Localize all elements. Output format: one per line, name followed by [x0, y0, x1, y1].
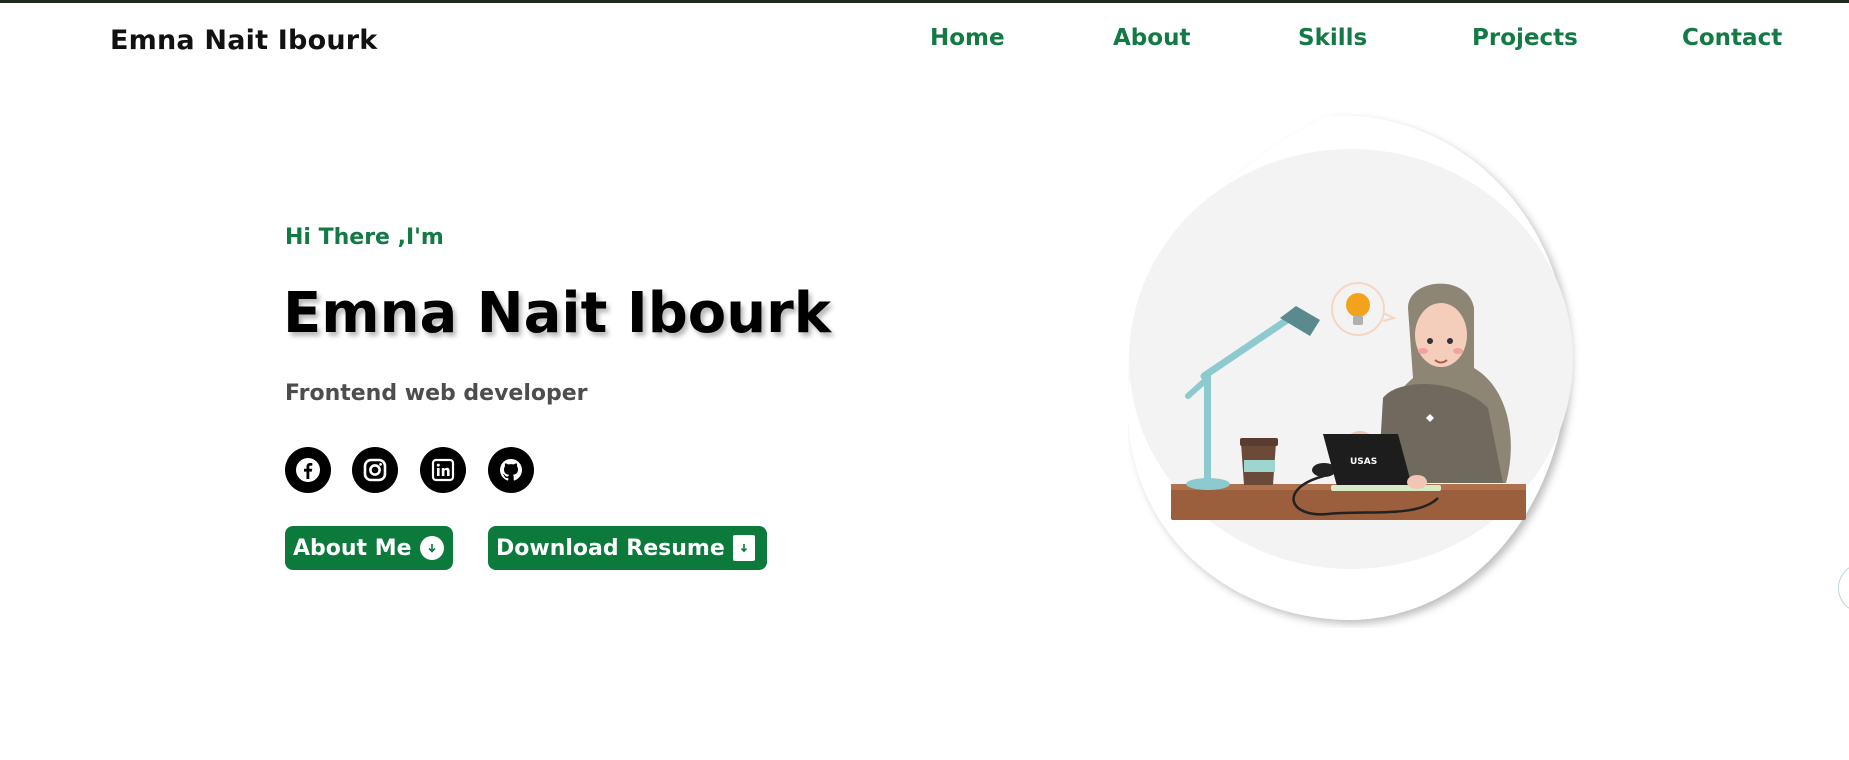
about-me-label: About Me: [293, 535, 412, 561]
download-resume-button[interactable]: Download Resume: [488, 526, 767, 570]
hero-name: Emna Nait Ibourk: [283, 281, 831, 346]
download-resume-label: Download Resume: [496, 535, 725, 561]
about-me-button[interactable]: About Me: [285, 526, 453, 570]
linkedin-link[interactable]: [420, 447, 466, 493]
hero-greeting: Hi There ,I'm: [285, 225, 444, 250]
file-download-icon: [732, 535, 755, 561]
nav-home-link[interactable]: Home: [930, 25, 1005, 51]
nav-skills-link[interactable]: Skills: [1298, 25, 1367, 51]
scroll-top-circle[interactable]: [1838, 563, 1849, 613]
facebook-link[interactable]: [285, 447, 331, 493]
laptop-label: USAS: [1350, 457, 1377, 467]
nav-about-link[interactable]: About: [1113, 25, 1190, 51]
github-link[interactable]: [488, 447, 534, 493]
instagram-icon: [363, 458, 387, 482]
hero-role: Frontend web developer: [285, 381, 588, 406]
linkedin-icon: [431, 458, 455, 482]
main-nav: Home About Skills Projects Contact: [0, 25, 1849, 65]
nav-projects-link[interactable]: Projects: [1472, 25, 1578, 51]
facebook-icon: [296, 458, 320, 482]
developer-illustration: USAS: [1128, 115, 1573, 621]
nav-contact-link[interactable]: Contact: [1682, 25, 1782, 51]
arrow-down-circle-icon: [419, 536, 444, 560]
instagram-link[interactable]: [352, 447, 398, 493]
github-icon: [500, 459, 522, 481]
